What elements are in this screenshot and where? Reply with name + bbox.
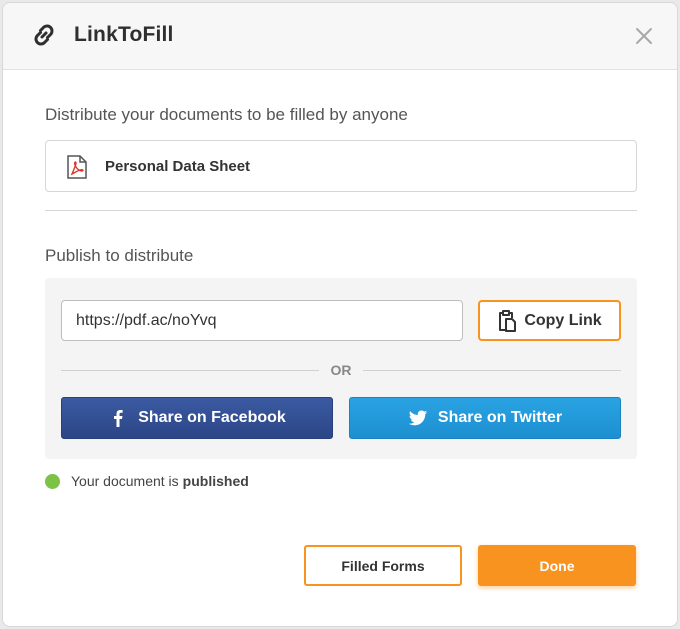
- intro-text: Distribute your documents to be filled b…: [45, 105, 408, 124]
- publish-label: Publish to distribute: [45, 246, 194, 265]
- copy-link-label: Copy Link: [524, 311, 602, 329]
- share-twitter-button[interactable]: Share on Twitter: [349, 397, 621, 439]
- linktofill-dialog: LinkToFill Distribute your documents to …: [2, 2, 678, 627]
- close-icon[interactable]: [633, 25, 655, 47]
- status-value: published: [182, 473, 249, 489]
- pdf-file-icon: [67, 155, 87, 179]
- filled-forms-button[interactable]: Filled Forms: [304, 545, 462, 586]
- publish-panel: Copy Link OR Share on Facebook Share on …: [45, 278, 637, 459]
- share-facebook-button[interactable]: Share on Facebook: [61, 397, 333, 439]
- dialog-title: LinkToFill: [74, 23, 174, 46]
- done-button[interactable]: Done: [478, 545, 636, 586]
- link-icon: [34, 24, 54, 46]
- document-card: Personal Data Sheet: [45, 140, 637, 192]
- status-prefix: Your document is: [71, 473, 179, 489]
- clipboard-icon: [499, 309, 517, 332]
- or-separator: OR: [61, 362, 621, 378]
- publish-status: Your document is published: [45, 473, 249, 489]
- share-link-input[interactable]: [61, 300, 463, 341]
- document-name: Personal Data Sheet: [105, 158, 251, 175]
- copy-link-button[interactable]: Copy Link: [478, 300, 621, 341]
- section-divider: [45, 210, 637, 211]
- or-line-right: [363, 370, 621, 371]
- status-dot-icon: [45, 473, 60, 489]
- dialog-header: LinkToFill: [3, 3, 677, 70]
- twitter-icon: [408, 410, 428, 426]
- share-twitter-label: Share on Twitter: [437, 409, 563, 426]
- facebook-icon: [114, 410, 123, 427]
- share-facebook-label: Share on Facebook: [138, 409, 286, 426]
